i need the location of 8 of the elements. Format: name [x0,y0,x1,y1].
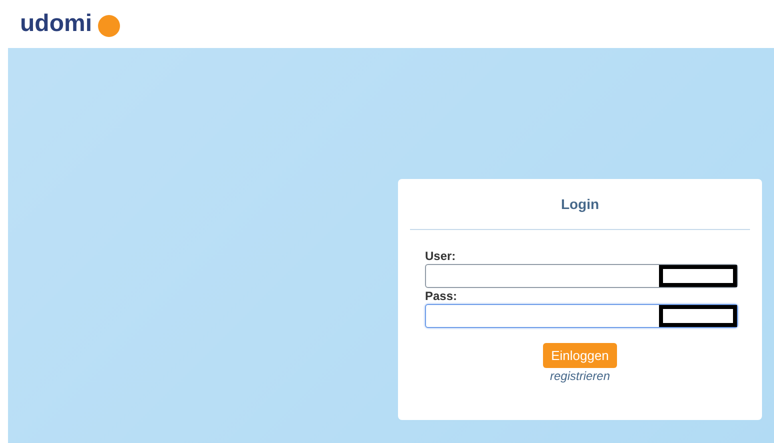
input-field[interactable] [425,304,738,328]
logo-dot-icon [98,14,120,36]
input-field[interactable] [425,264,738,288]
field-label: User: [425,248,457,264]
register-link[interactable]: registrieren [550,368,610,384]
field-label: Pass: [425,288,458,304]
login-title: Login [560,194,600,214]
logo-text: udomi [20,12,92,36]
